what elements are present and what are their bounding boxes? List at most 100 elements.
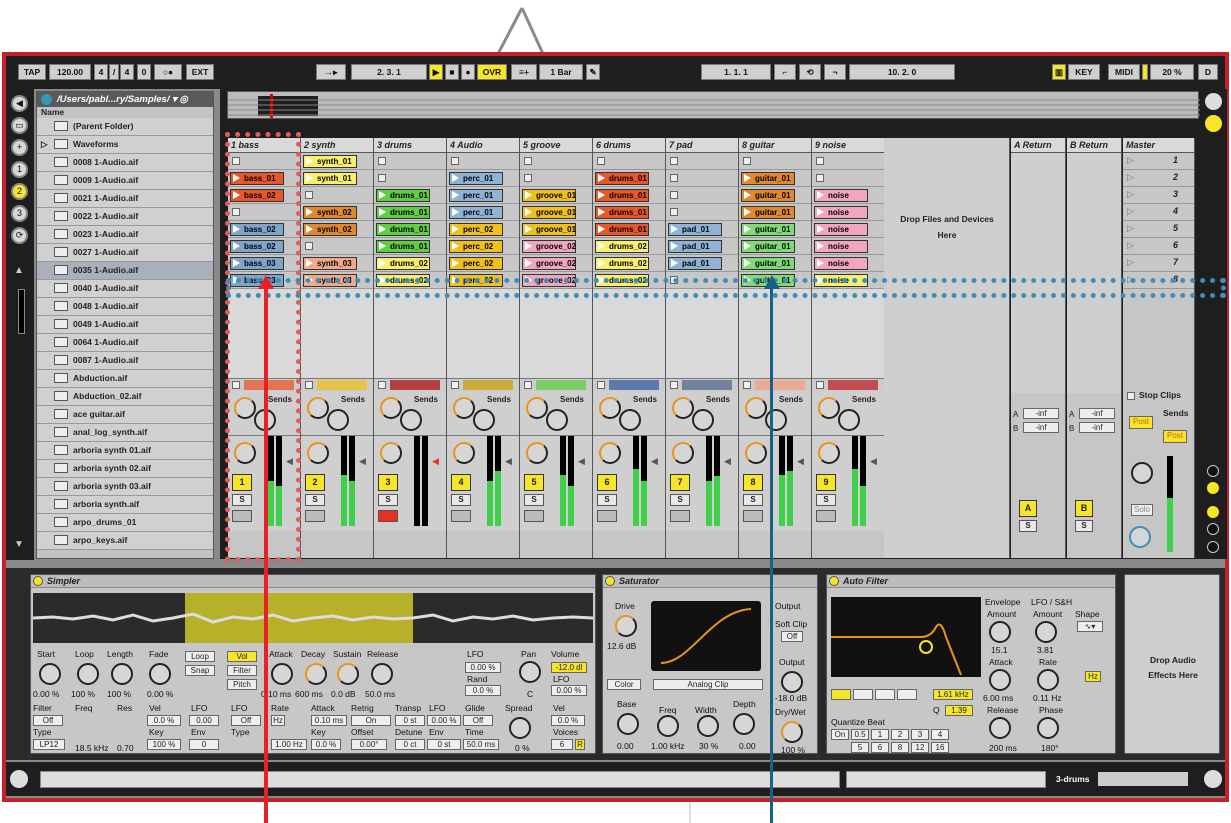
soft-clip-button[interactable]: Off: [781, 631, 803, 642]
track-8[interactable]: 8 guitar guitar_01 guitar_01 guitar_01 guita…: [739, 138, 812, 558]
empty-clip-area[interactable]: [666, 289, 738, 379]
tap-button[interactable]: TAP: [18, 64, 46, 80]
clip-slot[interactable]: guitar_01: [739, 170, 811, 187]
clip-stop-button[interactable]: [524, 174, 532, 182]
clip-slot[interactable]: perc_02: [447, 255, 519, 272]
clip-stop-button[interactable]: [378, 157, 386, 165]
clip-play-icon[interactable]: [306, 174, 313, 182]
return-b-activator[interactable]: B: [1075, 500, 1093, 517]
clip[interactable]: synth_01: [303, 172, 357, 185]
overdub-button[interactable]: OVR: [477, 64, 507, 80]
clip-slot[interactable]: [812, 153, 884, 170]
browser-file-item[interactable]: Abduction.aif: [37, 370, 213, 388]
metronome-field[interactable]: 0: [137, 64, 151, 80]
send-b-value[interactable]: -inf: [1079, 422, 1115, 433]
clip-play-icon[interactable]: [671, 259, 678, 267]
key-map-icon[interactable]: ▥: [1052, 64, 1066, 80]
scene-play-icon[interactable]: ▷: [1127, 223, 1134, 234]
browser-file-item[interactable]: 0064 1-Audio.aif: [37, 334, 213, 352]
browser-file-item[interactable]: 0021 1-Audio.aif: [37, 190, 213, 208]
post-button[interactable]: Post: [1129, 416, 1153, 429]
lfo-shape-select[interactable]: ∿▾: [1077, 621, 1103, 632]
lfo-amount-knob[interactable]: [1035, 621, 1057, 643]
track-stop-icon[interactable]: [378, 381, 386, 389]
pan-knob[interactable]: [526, 442, 548, 464]
env-release-knob[interactable]: [989, 717, 1011, 739]
volume-fader-icon[interactable]: ◀: [651, 456, 658, 467]
volume-fader-icon[interactable]: ◀: [870, 456, 877, 467]
offset-value[interactable]: 0.00°: [351, 739, 387, 750]
spread-knob[interactable]: [509, 717, 531, 739]
stop-clips-icon[interactable]: [1127, 392, 1135, 400]
clip[interactable]: guitar_01: [741, 223, 795, 236]
track-drop-zone[interactable]: Drop Files and Devices Here: [884, 138, 1010, 558]
clip-slot[interactable]: drums_01: [593, 170, 665, 187]
color-button[interactable]: Color: [607, 679, 641, 690]
clip-play-icon[interactable]: [452, 259, 459, 267]
quantize-value-button[interactable]: 0.5: [851, 729, 869, 740]
clip-play-icon[interactable]: [525, 242, 532, 250]
pan-knob[interactable]: [453, 442, 475, 464]
clip[interactable]: perc_01: [449, 206, 503, 219]
track-activator[interactable]: 4: [451, 474, 471, 491]
arm-button[interactable]: [378, 510, 398, 522]
voices-select[interactable]: 6: [551, 739, 573, 750]
clip-play-icon[interactable]: [817, 225, 824, 233]
clip[interactable]: noise: [814, 189, 868, 202]
clip-play-icon[interactable]: [817, 208, 824, 216]
info-view-icon[interactable]: [10, 770, 28, 788]
clip-slot[interactable]: drums_01: [374, 238, 446, 255]
clip-play-icon[interactable]: [379, 242, 386, 250]
punch-in-icon[interactable]: ⌐: [774, 64, 796, 80]
play-icon[interactable]: ▶: [429, 64, 443, 80]
arm-button[interactable]: [597, 510, 617, 522]
empty-clip-area[interactable]: [374, 289, 446, 379]
clip-slot[interactable]: drums_02: [593, 255, 665, 272]
punch-out-icon[interactable]: ¬: [824, 64, 846, 80]
track-name[interactable]: 7 pad: [666, 138, 738, 153]
browser-file-item[interactable]: 0087 1-Audio.aif: [37, 352, 213, 370]
clip-play-icon[interactable]: [452, 191, 459, 199]
clip-slot[interactable]: drums_02: [593, 238, 665, 255]
clip-slot[interactable]: [593, 153, 665, 170]
clip[interactable]: synth_03: [303, 257, 357, 270]
audio-effects-drop-zone[interactable]: Drop Audio Effects Here: [1124, 574, 1220, 754]
clip-slot[interactable]: noise: [812, 187, 884, 204]
ext-sync-button[interactable]: EXT: [186, 64, 214, 80]
decay-knob[interactable]: [305, 663, 327, 685]
send-b-knob[interactable]: [692, 409, 714, 431]
attack-knob[interactable]: [271, 663, 293, 685]
volume-fader-icon[interactable]: ◀: [432, 456, 439, 467]
clip-slot[interactable]: [301, 187, 373, 204]
env-value[interactable]: 0: [189, 739, 219, 750]
snap-button[interactable]: Snap: [185, 665, 215, 676]
clip-play-icon[interactable]: [379, 225, 386, 233]
track-name[interactable]: 9 noise: [812, 138, 884, 153]
quantize-value-button[interactable]: 6: [871, 742, 889, 753]
clip-stop-button[interactable]: [743, 157, 751, 165]
send-a-knob[interactable]: [526, 397, 548, 419]
clip-slot[interactable]: synth_03: [301, 255, 373, 272]
track-stop-icon[interactable]: [597, 381, 605, 389]
clip-slot[interactable]: perc_01: [447, 204, 519, 221]
scene-launch[interactable]: ▷ 6: [1123, 238, 1194, 255]
rand-value[interactable]: 0.0 %: [465, 685, 501, 696]
saturation-curve-display[interactable]: [651, 601, 761, 671]
scene-play-icon[interactable]: ▷: [1127, 206, 1134, 217]
clip[interactable]: drums_01: [595, 172, 649, 185]
clip-play-icon[interactable]: [744, 242, 751, 250]
scene-play-icon[interactable]: ▷: [1127, 189, 1134, 200]
clip-slot[interactable]: groove_01: [520, 204, 592, 221]
post-button-2[interactable]: Post: [1163, 430, 1187, 443]
clip[interactable]: perc_01: [449, 189, 503, 202]
track-name[interactable]: 6 drums: [593, 138, 665, 153]
clip-stop-button[interactable]: [597, 157, 605, 165]
retrigger-button[interactable]: R: [575, 739, 585, 750]
quantize-icon[interactable]: ≡+: [511, 64, 537, 80]
track-stop-icon[interactable]: [451, 381, 459, 389]
browser-path[interactable]: /Users/pabl...ry/Samples/ ▾ ◎: [37, 92, 213, 107]
clip[interactable]: drums_01: [595, 189, 649, 202]
browser-file-item[interactable]: 0008 1-Audio.aif: [37, 154, 213, 172]
track-activator[interactable]: 3: [378, 474, 398, 491]
solo-button[interactable]: S: [378, 494, 398, 506]
